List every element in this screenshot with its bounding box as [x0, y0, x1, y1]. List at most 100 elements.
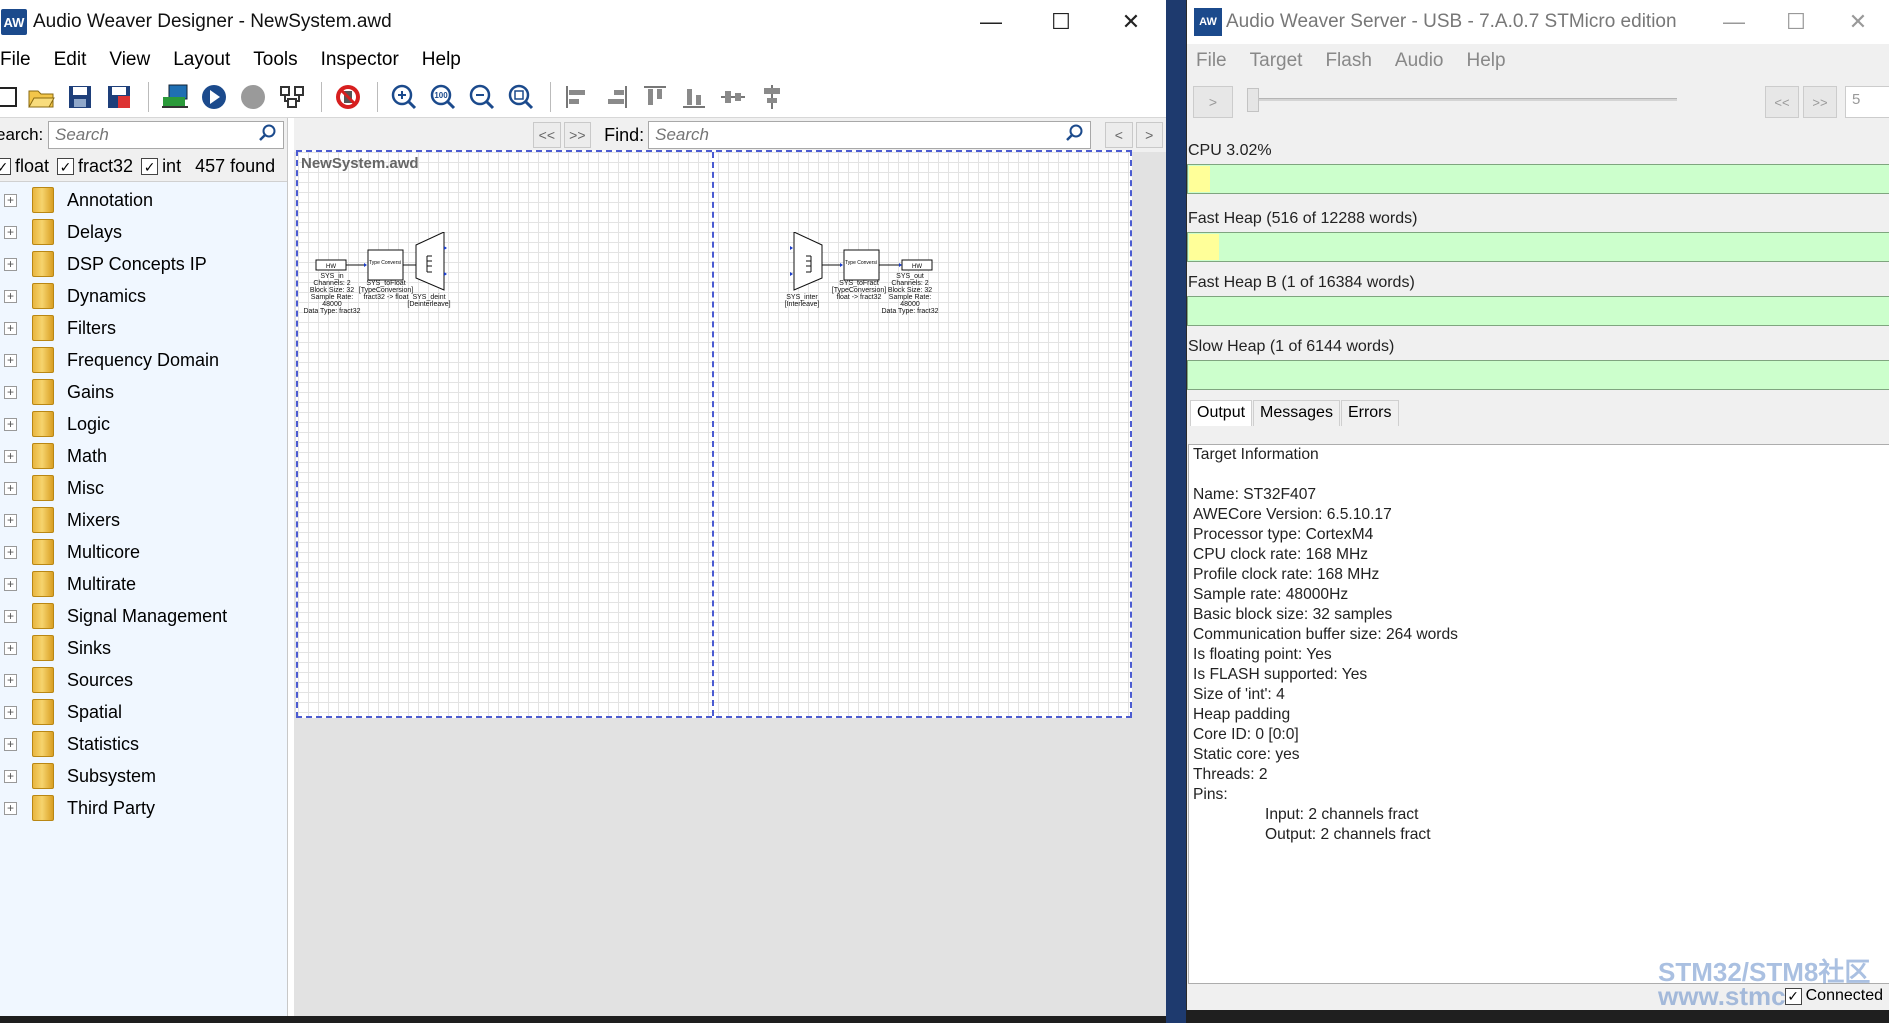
server-minimize-button[interactable]: —: [1703, 0, 1765, 44]
network-icon[interactable]: [274, 79, 310, 115]
zoom-100-icon[interactable]: 100: [425, 79, 461, 115]
tree-item-sinks[interactable]: + Sinks: [0, 632, 287, 664]
expand-icon[interactable]: +: [4, 673, 17, 687]
position-slider[interactable]: [1247, 98, 1677, 101]
expand-icon[interactable]: +: [4, 449, 17, 463]
run-icon[interactable]: [196, 79, 232, 115]
module-search[interactable]: [48, 121, 284, 149]
menu-file[interactable]: File: [0, 49, 31, 71]
build-icon[interactable]: [157, 79, 193, 115]
expand-icon[interactable]: +: [4, 801, 17, 815]
distribute-h-icon[interactable]: [715, 79, 751, 115]
expand-icon[interactable]: +: [4, 545, 17, 559]
server-prev-button[interactable]: <<: [1765, 86, 1799, 118]
play-button[interactable]: >: [1193, 86, 1233, 118]
zoom-fit-icon[interactable]: [503, 79, 539, 115]
scroll-right-button[interactable]: >: [1135, 122, 1164, 148]
expand-icon[interactable]: +: [4, 385, 17, 399]
server-close-button[interactable]: ✕: [1827, 0, 1889, 44]
menu-edit[interactable]: Edit: [54, 49, 87, 71]
tree-item-annotation[interactable]: + Annotation: [0, 184, 287, 216]
no-profile-icon[interactable]: [330, 79, 366, 115]
stop-icon[interactable]: [235, 79, 271, 115]
tree-item-dynamics[interactable]: + Dynamics: [0, 280, 287, 312]
tab-output[interactable]: Output: [1190, 400, 1253, 426]
zoom-out-icon[interactable]: [464, 79, 500, 115]
expand-icon[interactable]: +: [4, 705, 17, 719]
menu-inspector[interactable]: Inspector: [321, 49, 399, 71]
menu-view[interactable]: View: [109, 49, 150, 71]
tree-item-subsystem[interactable]: + Subsystem: [0, 760, 287, 792]
expand-icon[interactable]: +: [4, 417, 17, 431]
save-icon[interactable]: [62, 79, 98, 115]
server-menu-audio[interactable]: Audio: [1395, 50, 1444, 72]
slider-thumb[interactable]: [1247, 88, 1259, 112]
server-menu-target[interactable]: Target: [1250, 50, 1303, 72]
align-right-icon[interactable]: [598, 79, 634, 115]
tree-item-multirate[interactable]: + Multirate: [0, 568, 287, 600]
tree-item-third-party[interactable]: + Third Party: [0, 792, 287, 824]
server-maximize-button[interactable]: ☐: [1765, 0, 1827, 44]
zoom-in-icon[interactable]: [386, 79, 422, 115]
canvas-next-button[interactable]: >>: [563, 122, 592, 148]
tree-item-multicore[interactable]: + Multicore: [0, 536, 287, 568]
expand-icon[interactable]: +: [4, 321, 17, 335]
expand-icon[interactable]: +: [4, 353, 17, 367]
expand-icon[interactable]: +: [4, 577, 17, 591]
distribute-v-icon[interactable]: [754, 79, 790, 115]
expand-icon[interactable]: +: [4, 641, 17, 655]
expand-icon[interactable]: +: [4, 289, 17, 303]
open-folder-icon[interactable]: [23, 79, 59, 115]
int-checkbox[interactable]: ✓: [141, 158, 159, 175]
expand-icon[interactable]: +: [4, 769, 17, 783]
tree-item-logic[interactable]: + Logic: [0, 408, 287, 440]
tree-item-misc[interactable]: + Misc: [0, 472, 287, 504]
tab-errors[interactable]: Errors: [1340, 400, 1399, 426]
server-menu-help[interactable]: Help: [1467, 50, 1506, 72]
close-button[interactable]: ✕: [1096, 0, 1166, 44]
find-input[interactable]: [655, 125, 1056, 145]
tree-item-mixers[interactable]: + Mixers: [0, 504, 287, 536]
menu-layout[interactable]: Layout: [173, 49, 230, 71]
canvas-prev-button[interactable]: <<: [533, 122, 561, 148]
align-left-icon[interactable]: [559, 79, 595, 115]
tree-item-dsp-concepts-ip[interactable]: + DSP Concepts IP: [0, 248, 287, 280]
new-file-icon[interactable]: [0, 79, 20, 115]
expand-icon[interactable]: +: [4, 257, 17, 271]
fract32-checkbox[interactable]: ✓: [57, 158, 75, 175]
expand-icon[interactable]: +: [4, 225, 17, 239]
tree-item-spatial[interactable]: + Spatial: [0, 696, 287, 728]
tree-item-frequency-domain[interactable]: + Frequency Domain: [0, 344, 287, 376]
expand-icon[interactable]: +: [4, 193, 17, 207]
align-bottom-icon[interactable]: [676, 79, 712, 115]
find-search-icon[interactable]: [1066, 124, 1084, 147]
maximize-button[interactable]: ☐: [1026, 0, 1096, 44]
server-next-button[interactable]: >>: [1803, 86, 1837, 118]
tree-item-gains[interactable]: + Gains: [0, 376, 287, 408]
float-checkbox[interactable]: ✓: [0, 158, 11, 175]
align-top-icon[interactable]: [637, 79, 673, 115]
expand-icon[interactable]: +: [4, 737, 17, 751]
expand-icon[interactable]: +: [4, 513, 17, 527]
search-icon[interactable]: [259, 124, 277, 147]
tree-item-filters[interactable]: + Filters: [0, 312, 287, 344]
scroll-left-button[interactable]: <: [1105, 122, 1133, 148]
save-all-icon[interactable]: [101, 79, 137, 115]
server-number-field[interactable]: 5: [1845, 86, 1889, 118]
output-console[interactable]: Target Information Name: ST32F407 AWECor…: [1188, 444, 1889, 984]
menu-tools[interactable]: Tools: [253, 49, 297, 71]
output-scrollbar[interactable]: [1873, 445, 1889, 465]
expand-icon[interactable]: +: [4, 609, 17, 623]
module-search-input[interactable]: [55, 125, 245, 145]
tab-messages[interactable]: Messages: [1253, 400, 1340, 426]
tree-item-math[interactable]: + Math: [0, 440, 287, 472]
tree-item-delays[interactable]: + Delays: [0, 216, 287, 248]
minimize-button[interactable]: —: [956, 0, 1026, 44]
server-menu-file[interactable]: File: [1196, 50, 1227, 72]
tree-item-statistics[interactable]: + Statistics: [0, 728, 287, 760]
tree-item-signal-management[interactable]: + Signal Management: [0, 600, 287, 632]
server-menu-flash[interactable]: Flash: [1325, 50, 1371, 72]
tree-item-sources[interactable]: + Sources: [0, 664, 287, 696]
expand-icon[interactable]: +: [4, 481, 17, 495]
layout-canvas[interactable]: NewSystem.awd HW Type Conversi SYS_in Cha…: [296, 150, 1132, 718]
